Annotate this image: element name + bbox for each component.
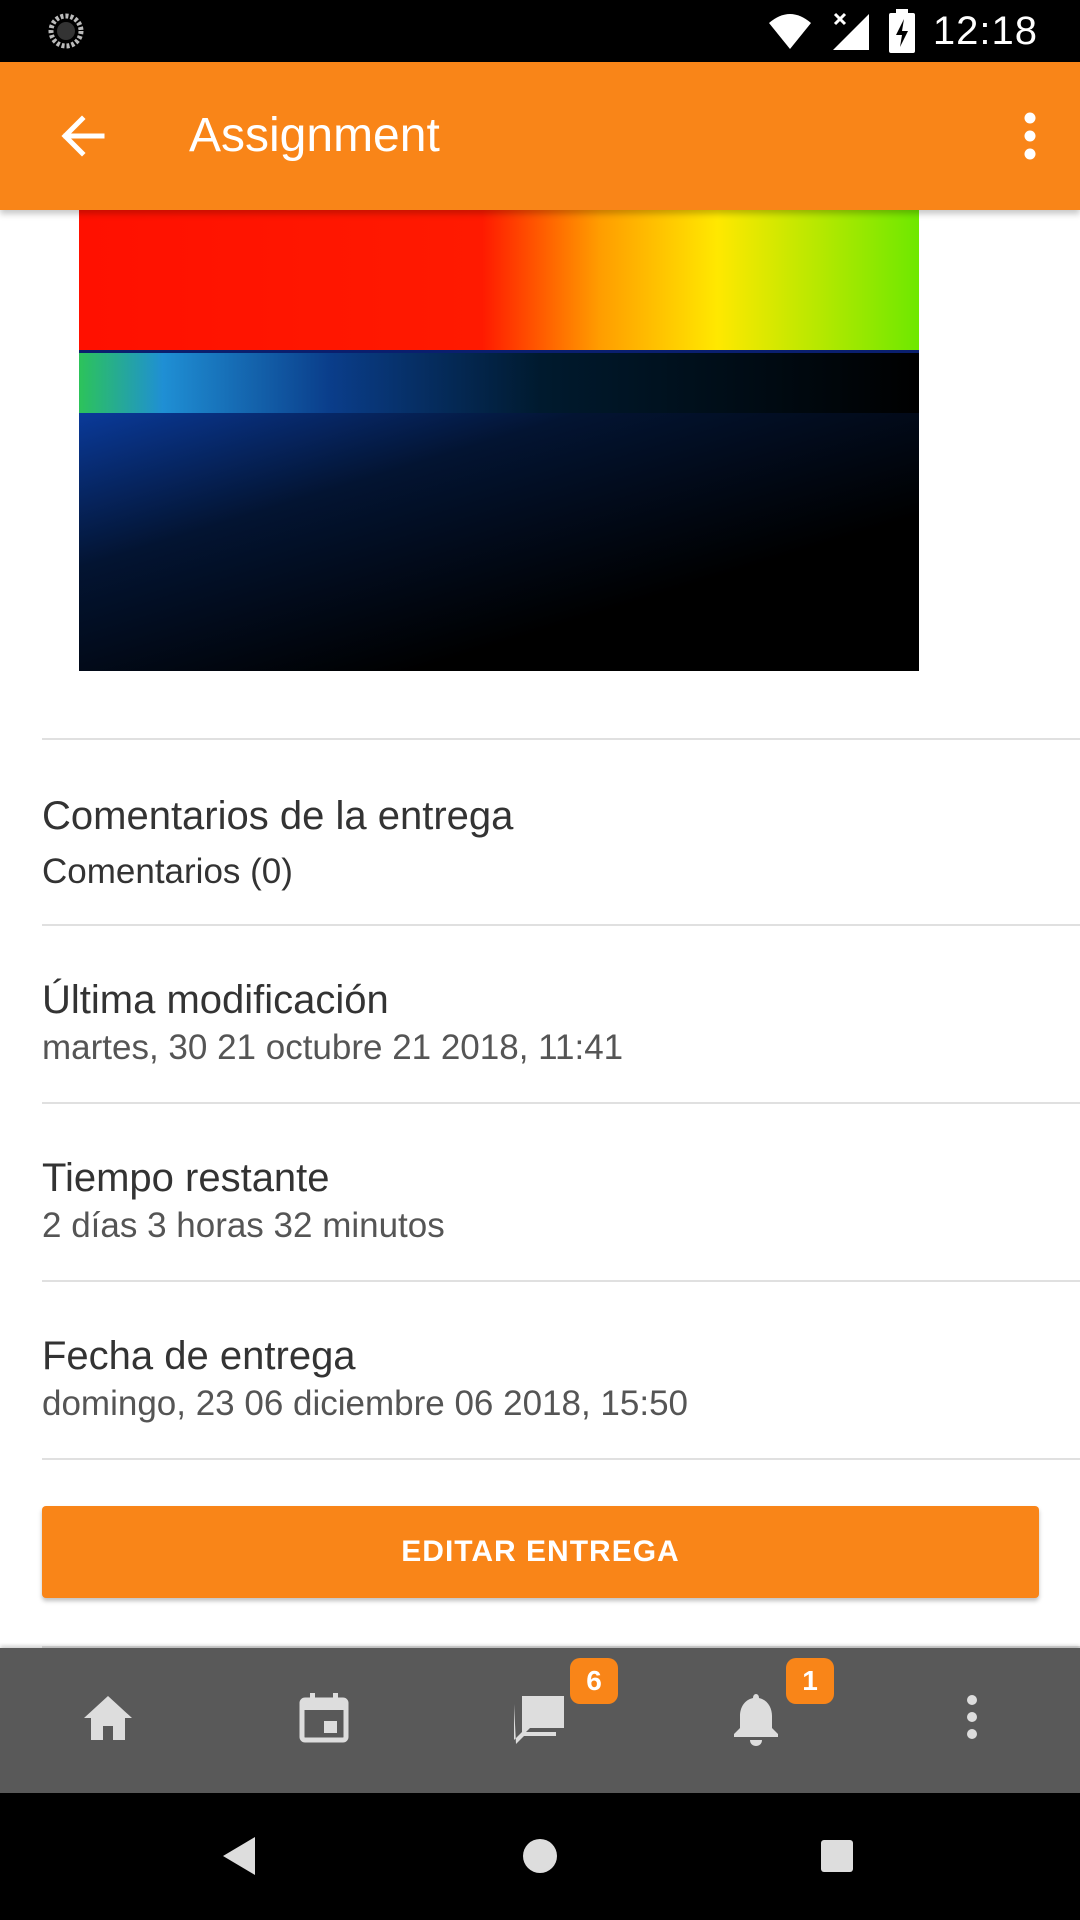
system-nav [0, 1793, 1080, 1920]
status-bar: 12:18 [0, 0, 1080, 62]
due-date-value: domingo, 23 06 diciembre 06 2018, 15:50 [42, 1384, 689, 1423]
calendar-icon [299, 1693, 349, 1743]
more-vert-icon[interactable] [1002, 106, 1058, 166]
time-remaining-item: Tiempo restante 2 días 3 horas 32 minuto… [0, 1104, 1080, 1280]
assignment-content: Comentarios de la entrega Comentarios (0… [0, 210, 1080, 1648]
bottom-nav: 6 1 [0, 1648, 1080, 1793]
last-modified-title: Última modificación [42, 978, 389, 1022]
nav-messages[interactable]: 6 [432, 1648, 648, 1793]
status-right: 12:18 [767, 8, 1038, 54]
time-remaining-title: Tiempo restante [42, 1156, 330, 1200]
comments-title: Comentarios de la entrega [42, 794, 514, 838]
sync-icon [48, 13, 84, 49]
divider [42, 1458, 1080, 1460]
messages-badge: 6 [570, 1658, 618, 1704]
time-remaining-value: 2 días 3 horas 32 minutos [42, 1206, 445, 1245]
wifi-icon [768, 14, 811, 49]
comments-item[interactable]: Comentarios de la entrega Comentarios (0… [0, 740, 1080, 924]
last-modified-item: Última modificación martes, 30 21 octubr… [0, 926, 1080, 1102]
nav-calendar[interactable] [216, 1648, 432, 1793]
edit-submission-button[interactable]: EDITAR ENTREGA [42, 1506, 1039, 1598]
due-date-title: Fecha de entrega [42, 1334, 356, 1378]
notifications-badge: 1 [786, 1658, 834, 1704]
back-triangle-icon[interactable] [207, 1823, 273, 1889]
submission-image[interactable] [79, 210, 919, 671]
nav-home[interactable] [0, 1648, 216, 1793]
home-circle-icon[interactable] [507, 1823, 573, 1889]
nav-notifications[interactable]: 1 [648, 1648, 864, 1793]
battery-charging-icon [888, 9, 915, 53]
notifications-icon [734, 1694, 778, 1746]
page-title: Assignment [189, 109, 440, 162]
home-icon [84, 1696, 132, 1740]
app-bar: Assignment [0, 62, 1080, 210]
status-time: 12:18 [932, 8, 1038, 53]
due-date-item: Fecha de entrega domingo, 23 06 diciembr… [0, 1282, 1080, 1458]
last-modified-value: martes, 30 21 octubre 21 2018, 11:41 [42, 1028, 624, 1067]
messages-icon [514, 1696, 564, 1744]
comments-count[interactable]: Comentarios (0) [42, 850, 293, 894]
recents-square-icon[interactable] [804, 1823, 870, 1889]
arrow-back-icon[interactable] [52, 106, 112, 166]
nav-more[interactable] [864, 1648, 1080, 1793]
more-vert-icon [967, 1695, 977, 1739]
signal-off-icon [832, 12, 869, 50]
